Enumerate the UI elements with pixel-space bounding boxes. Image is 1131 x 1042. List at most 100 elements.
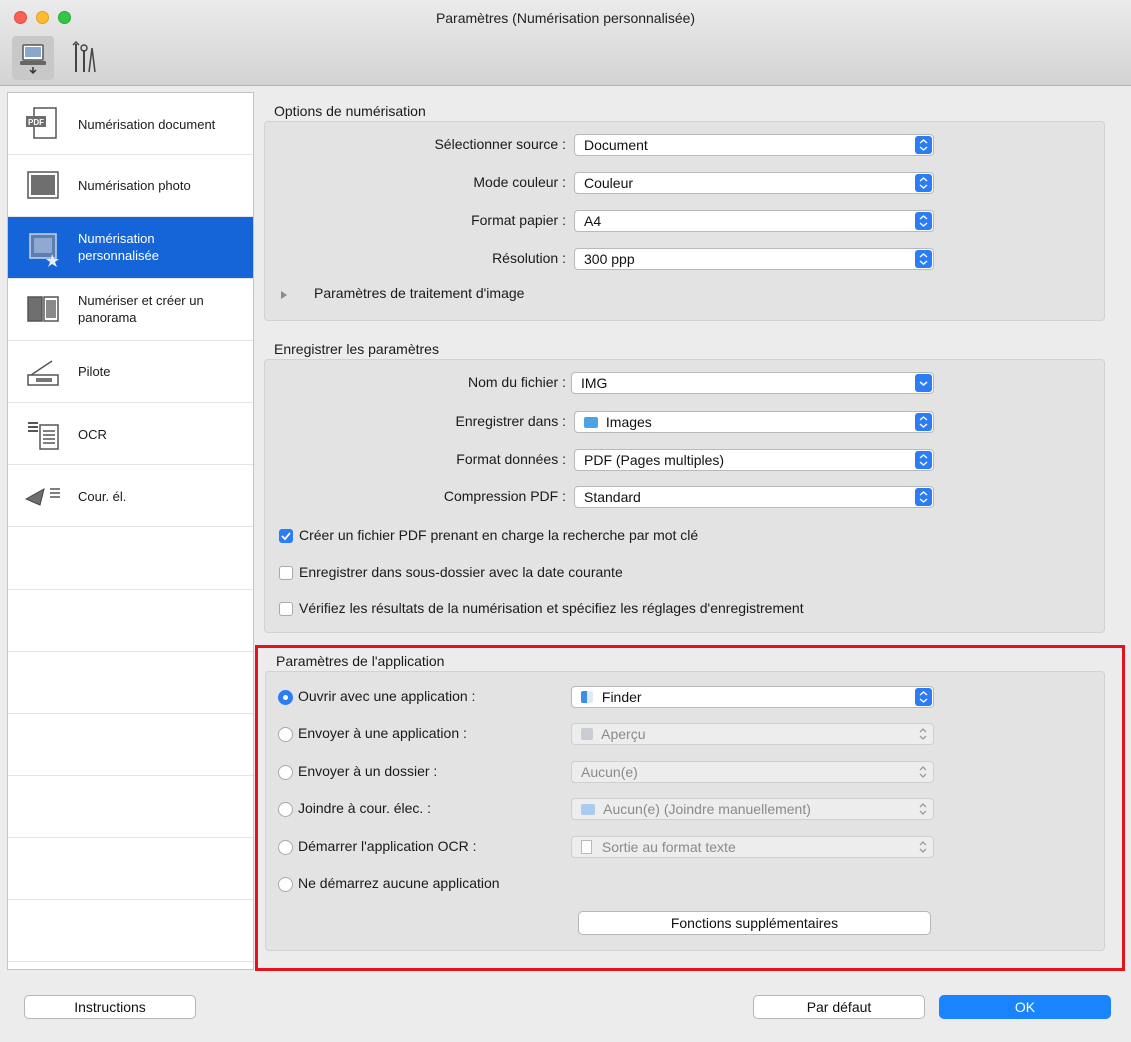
data-format-label: Format données : <box>456 451 566 467</box>
source-select[interactable]: Document <box>574 134 934 156</box>
start-ocr-select[interactable]: Sortie au format texte <box>571 836 934 858</box>
start-ocr-radio[interactable] <box>278 840 293 855</box>
scan-options-title: Options de numérisation <box>274 103 426 119</box>
file-name-combobox[interactable]: IMG <box>571 372 934 394</box>
sidebar-item-label-line2: personnalisée <box>78 248 159 263</box>
window-title: Paramètres (Numérisation personnalisée) <box>435 10 696 26</box>
no-app-radio[interactable] <box>278 877 293 892</box>
send-to-folder-value: Aucun(e) <box>581 764 638 780</box>
open-with-app-select[interactable]: Finder <box>571 686 934 708</box>
resolution-select[interactable]: 300 ppp <box>574 248 934 270</box>
pdf-compression-select[interactable]: Standard <box>574 486 934 508</box>
resolution-label: Résolution : <box>492 250 566 266</box>
paper-size-select[interactable]: A4 <box>574 210 934 232</box>
paper-size-value: A4 <box>584 213 602 229</box>
folder-icon <box>581 804 595 815</box>
save-in-value: Images <box>605 414 652 430</box>
sidebar-item-ocr[interactable]: OCR <box>8 403 253 465</box>
finder-icon <box>581 691 593 703</box>
send-to-folder-select[interactable]: Aucun(e) <box>571 761 934 783</box>
sidebar-item-label-line1: Numériser et créer un <box>78 293 204 308</box>
sidebar-item-label: Numérisation document <box>78 117 216 132</box>
attach-email-value: Aucun(e) (Joindre manuellement) <box>603 801 811 817</box>
date-subfolder-checkbox[interactable] <box>279 566 293 580</box>
file-name-value: IMG <box>581 375 608 391</box>
preview-app-icon <box>581 728 593 740</box>
open-with-app-value: Finder <box>601 689 642 705</box>
sidebar-empty-row <box>8 899 253 962</box>
ok-button[interactable]: OK <box>939 995 1111 1019</box>
color-mode-select[interactable]: Couleur <box>574 172 934 194</box>
sidebar-item-label: OCR <box>78 427 107 442</box>
svg-text:PDF: PDF <box>28 118 44 127</box>
check-scan-results-checkbox[interactable] <box>279 602 293 616</box>
up-down-arrow-icon <box>915 688 932 706</box>
up-down-arrow-icon <box>917 838 929 861</box>
attach-email-radio[interactable] <box>278 802 293 817</box>
defaults-button[interactable]: Par défaut <box>753 995 925 1019</box>
sidebar-empty-row <box>8 589 253 652</box>
file-name-label: Nom du fichier : <box>467 374 566 390</box>
up-down-arrow-icon <box>915 250 932 268</box>
disclosure-triangle-icon[interactable] <box>281 291 287 299</box>
send-to-app-value: Aperçu <box>601 726 646 742</box>
up-down-arrow-icon <box>915 174 932 192</box>
sidebar-item-photo-scan[interactable]: Numérisation photo <box>8 155 253 217</box>
tab-scan[interactable] <box>12 36 54 80</box>
up-down-arrow-icon <box>915 212 932 230</box>
pdf-document-icon: PDF <box>26 107 57 139</box>
sidebar-item-document-scan[interactable]: PDF Numérisation document <box>8 93 253 155</box>
date-subfolder-label: Enregistrer dans sous-dossier avec la da… <box>299 564 623 580</box>
text-file-icon <box>581 840 592 854</box>
app-settings-title: Paramètres de l'application <box>276 653 445 669</box>
send-to-folder-radio[interactable] <box>278 765 293 780</box>
attach-email-label: Joindre à cour. élec. : <box>298 800 432 816</box>
attach-email-select[interactable]: Aucun(e) (Joindre manuellement) <box>571 798 934 820</box>
sidebar-item-label-line2: panorama <box>78 310 137 325</box>
ocr-text-icon <box>28 422 59 450</box>
open-with-app-radio[interactable] <box>278 690 293 705</box>
sidebar-item-custom-scan[interactable]: Numérisation personnalisée <box>8 217 253 279</box>
sidebar-item-label: Numérisation photo <box>78 178 191 193</box>
up-down-arrow-icon <box>915 451 932 469</box>
searchable-pdf-checkbox[interactable] <box>279 529 293 543</box>
color-mode-label: Mode couleur : <box>473 174 566 190</box>
up-down-arrow-icon <box>917 725 929 748</box>
sidebar-item-stitch-scan[interactable]: Numériser et créer un panorama <box>8 279 253 341</box>
sidebar-item-driver[interactable]: Pilote <box>8 341 253 403</box>
more-functions-button[interactable]: Fonctions supplémentaires <box>578 911 931 935</box>
checkmark-icon <box>281 532 291 541</box>
start-ocr-value: Sortie au format texte <box>601 839 736 855</box>
searchable-pdf-label: Créer un fichier PDF prenant en charge l… <box>299 527 699 543</box>
data-format-select[interactable]: PDF (Pages multiples) <box>574 449 934 471</box>
sidebar-item-label: Cour. él. <box>78 489 127 504</box>
panorama-stitch-icon <box>27 296 59 322</box>
up-down-arrow-icon <box>917 763 929 786</box>
pdf-compression-label: Compression PDF : <box>443 488 566 504</box>
up-down-arrow-icon <box>915 413 932 431</box>
sidebar-empty-row <box>8 775 253 838</box>
save-in-select[interactable]: Images <box>574 411 934 433</box>
scanner-icon <box>27 360 59 386</box>
sidebar-empty-row <box>8 651 253 714</box>
paper-size-label: Format papier : <box>471 212 566 228</box>
folder-icon <box>584 417 598 428</box>
color-mode-value: Couleur <box>584 175 634 191</box>
send-to-app-select[interactable]: Aperçu <box>571 723 934 745</box>
open-with-app-label: Ouvrir avec une application : <box>298 688 476 704</box>
photo-icon <box>27 171 59 199</box>
pdf-compression-value: Standard <box>584 489 641 505</box>
sidebar-item-email[interactable]: Cour. él. <box>8 465 253 527</box>
up-down-arrow-icon <box>917 800 929 823</box>
no-app-label: Ne démarrez aucune application <box>298 875 500 891</box>
sidebar-item-label: Pilote <box>78 364 111 379</box>
tab-general-settings[interactable] <box>62 36 104 80</box>
tools-icon <box>72 40 96 73</box>
save-in-label: Enregistrer dans : <box>455 413 567 429</box>
send-to-app-radio[interactable] <box>278 727 293 742</box>
image-processing-settings-toggle[interactable]: Paramètres de traitement d'image <box>314 285 524 301</box>
start-ocr-label: Démarrer l'application OCR : <box>298 838 477 854</box>
sidebar-empty-row <box>8 837 253 900</box>
sidebar: PDF Numérisation document Numérisation p… <box>7 92 254 970</box>
instructions-button[interactable]: Instructions <box>24 995 196 1019</box>
